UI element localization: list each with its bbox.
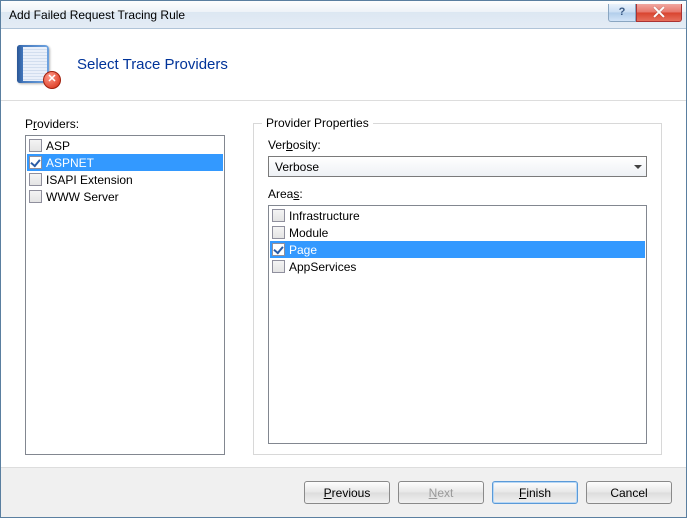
group-title: Provider Properties	[262, 116, 373, 130]
previous-button[interactable]: Previous	[304, 481, 390, 504]
provider-item-label: ASP	[46, 139, 70, 153]
area-item[interactable]: Module	[270, 224, 645, 241]
area-checkbox[interactable]	[272, 243, 285, 256]
provider-checkbox[interactable]	[29, 139, 42, 152]
wizard-icon: ✕	[17, 45, 57, 85]
provider-checkbox[interactable]	[29, 190, 42, 203]
area-item[interactable]: AppServices	[270, 258, 645, 275]
properties-column: Provider Properties Verbosity: Verbose A…	[253, 117, 662, 455]
provider-item-label: ASPNET	[46, 156, 94, 170]
close-icon	[653, 6, 665, 18]
provider-item-label: WWW Server	[46, 190, 119, 204]
area-checkbox[interactable]	[272, 226, 285, 239]
dialog-window: Add Failed Request Tracing Rule ? ✕ Sele…	[0, 0, 687, 518]
provider-checkbox[interactable]	[29, 173, 42, 186]
area-item-label: Infrastructure	[289, 209, 360, 223]
area-checkbox[interactable]	[272, 260, 285, 273]
verbosity-select[interactable]: Verbose	[268, 156, 647, 177]
page-title: Select Trace Providers	[77, 56, 228, 73]
providers-label: Providers:	[25, 117, 225, 131]
error-badge-icon: ✕	[43, 71, 61, 89]
close-button[interactable]	[636, 4, 682, 22]
areas-listbox[interactable]: Infrastructure Module Page AppServices	[268, 205, 647, 444]
area-item[interactable]: Page	[270, 241, 645, 258]
provider-item[interactable]: ASP	[27, 137, 223, 154]
area-item-label: Module	[289, 226, 328, 240]
finish-button[interactable]: Finish	[492, 481, 578, 504]
area-checkbox[interactable]	[272, 209, 285, 222]
next-button: Next	[398, 481, 484, 504]
titlebar: Add Failed Request Tracing Rule ?	[1, 1, 686, 29]
cancel-button[interactable]: Cancel	[586, 481, 672, 504]
provider-item-label: ISAPI Extension	[46, 173, 133, 187]
chevron-down-icon	[634, 165, 642, 169]
verbosity-field: Verbosity: Verbose	[268, 138, 647, 177]
provider-item[interactable]: WWW Server	[27, 188, 223, 205]
window-title: Add Failed Request Tracing Rule	[9, 8, 608, 22]
verbosity-label: Verbosity:	[268, 138, 647, 152]
providers-column: Providers: ASP ASPNET ISAPI Extension WWW S…	[25, 117, 225, 455]
help-button[interactable]: ?	[608, 4, 636, 22]
area-item[interactable]: Infrastructure	[270, 207, 645, 224]
verbosity-value: Verbose	[275, 160, 319, 174]
provider-item[interactable]: ISAPI Extension	[27, 171, 223, 188]
provider-properties-group: Provider Properties Verbosity: Verbose A…	[253, 123, 662, 455]
wizard-footer: Previous Next Finish Cancel	[1, 467, 686, 517]
titlebar-buttons: ?	[608, 5, 682, 25]
provider-checkbox[interactable]	[29, 156, 42, 169]
wizard-body: Providers: ASP ASPNET ISAPI Extension WWW S…	[1, 101, 686, 467]
area-item-label: AppServices	[289, 260, 356, 274]
area-item-label: Page	[289, 243, 317, 257]
providers-listbox[interactable]: ASP ASPNET ISAPI Extension WWW Server	[25, 135, 225, 455]
wizard-header: ✕ Select Trace Providers	[1, 29, 686, 101]
provider-item[interactable]: ASPNET	[27, 154, 223, 171]
areas-label: Areas:	[268, 187, 647, 201]
